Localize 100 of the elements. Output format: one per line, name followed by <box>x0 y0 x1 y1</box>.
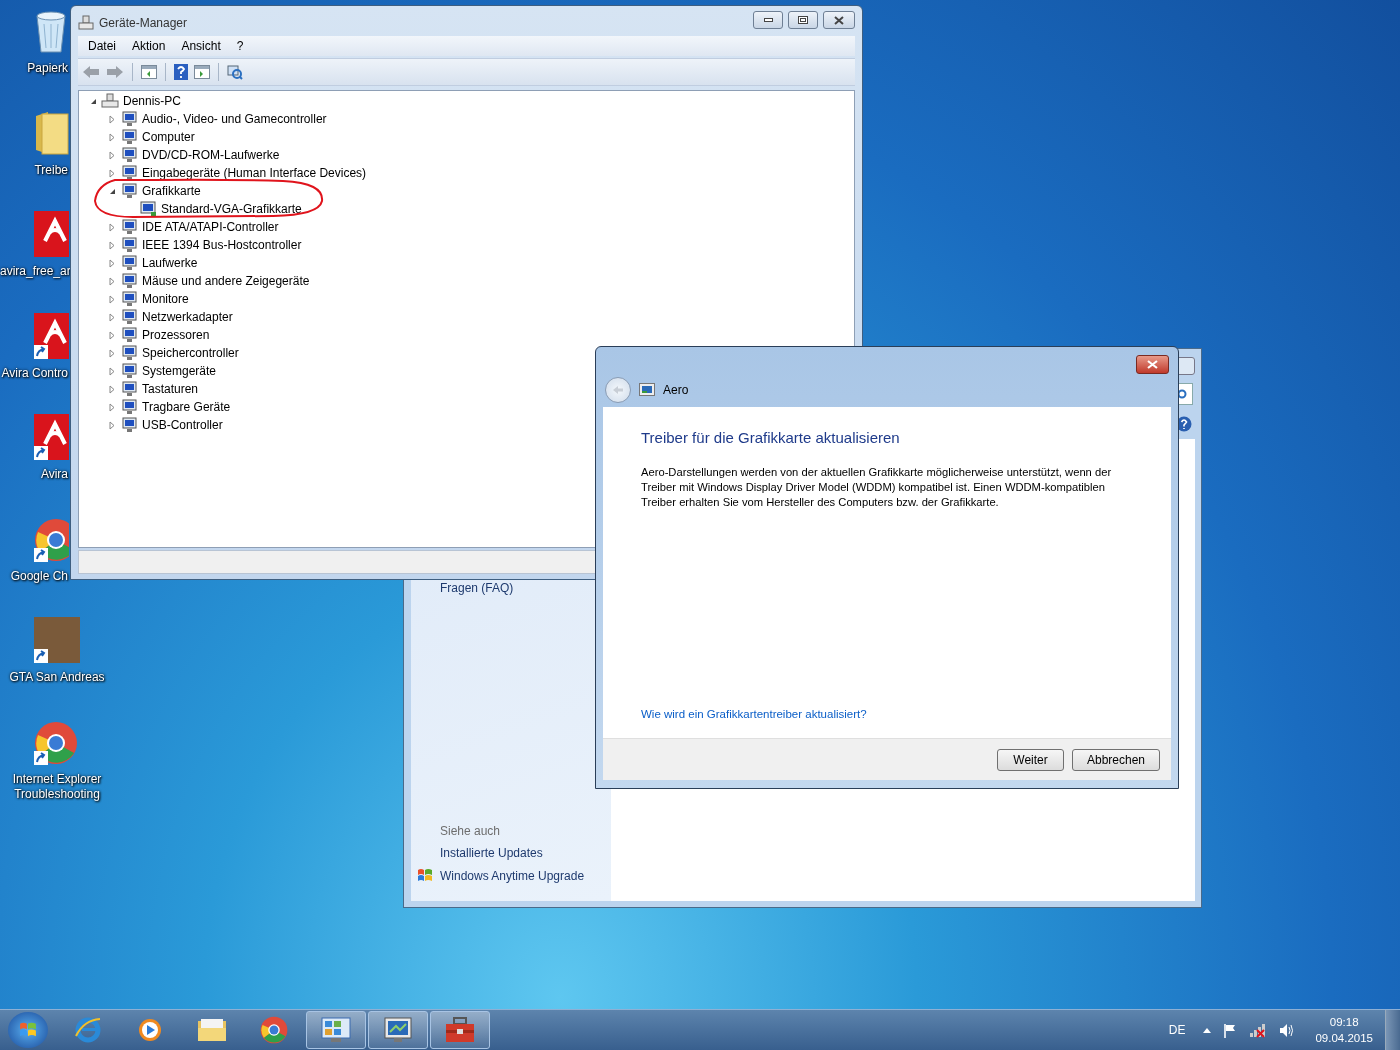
menu-item[interactable]: ? <box>236 39 244 53</box>
minimize-icon <box>763 18 773 22</box>
device-icon <box>120 111 138 127</box>
device-icon <box>120 147 138 163</box>
tree-item[interactable]: Systemgeräte <box>142 364 217 378</box>
back-arrow-icon[interactable] <box>82 65 100 79</box>
tree-item[interactable]: Laufwerke <box>142 256 198 270</box>
forward-arrow-icon[interactable] <box>106 65 124 79</box>
menu-item[interactable]: Ansicht <box>181 39 221 53</box>
device-icon <box>120 165 138 181</box>
computer-icon <box>78 15 94 31</box>
trash-bin-icon[interactable] <box>34 10 68 54</box>
play-icon <box>137 1017 163 1043</box>
tree-item[interactable]: USB-Controller <box>142 418 223 432</box>
taskbar-button[interactable] <box>306 1011 366 1049</box>
desktop-icon-label[interactable]: GTA San Andreas <box>0 670 114 685</box>
tree-item[interactable]: Tastaturen <box>142 382 199 396</box>
start-button[interactable] <box>8 1012 48 1048</box>
dialog-heading: Treiber für die Grafikkarte aktualisieren <box>641 429 901 446</box>
tree-item[interactable]: Netzwerkadapter <box>142 310 233 324</box>
maximize-icon <box>798 16 808 24</box>
flag-icon[interactable] <box>1223 1022 1238 1038</box>
help-icon[interactable] <box>174 64 188 80</box>
close-icon <box>834 15 844 25</box>
dialog-message: Aero-Darstellungen werden von der aktuellen Grafikkarte möglicherweise unterstützt, wenn der Treiber mit Windows Display Driver Model (WDDM) kompatibel ist. Einen WDDM-kompatiblen Treiber erhalten Sie vom Hersteller des Computers bzw. der Grafikkarte. <box>641 465 1113 510</box>
menu-item[interactable]: Aktion <box>132 39 166 53</box>
device-icon <box>120 381 138 397</box>
desktop-icon-label[interactable]: Avira Contro <box>0 365 68 381</box>
windows-logo-icon <box>19 1021 37 1039</box>
clock-date[interactable]: 09.04.2015 <box>1315 1030 1373 1046</box>
tree-item[interactable]: Monitore <box>142 292 189 306</box>
taskbar-button[interactable] <box>368 1011 428 1049</box>
control-panel-icon <box>321 1017 351 1043</box>
desktop-icon-label[interactable]: Papierk <box>0 61 68 76</box>
device-icon <box>120 399 138 415</box>
properties-pane-icon[interactable] <box>194 65 210 79</box>
tree-item[interactable]: IEEE 1394 Bus-Hostcontroller <box>142 238 302 252</box>
caret-up-icon[interactable] <box>1203 1027 1212 1033</box>
device-icon <box>120 129 138 145</box>
menu-item[interactable]: Datei <box>88 39 116 53</box>
desktop-icon-label[interactable]: Google Ch <box>0 568 68 584</box>
tree-item[interactable]: Mäuse und andere Zeigegeräte <box>142 274 310 288</box>
device-icon <box>120 255 138 271</box>
device-icon <box>120 363 138 379</box>
close-button[interactable] <box>1136 355 1169 374</box>
close-icon <box>1147 360 1158 369</box>
tree-pane-icon[interactable] <box>141 65 157 79</box>
device-icon <box>120 273 138 289</box>
dialog-title: Aero <box>663 383 689 397</box>
round-browser-icon <box>260 1016 288 1044</box>
browser-e-icon <box>74 1016 102 1044</box>
desktop-icon-label[interactable]: Avira <box>0 467 68 482</box>
device-icon <box>120 237 138 253</box>
maximize-button[interactable] <box>788 11 818 29</box>
tree-item[interactable]: IDE ATA/ATAPI-Controller <box>142 220 279 234</box>
logo-icon[interactable] <box>34 211 69 257</box>
device-icon <box>120 345 138 361</box>
close-button[interactable] <box>823 11 855 29</box>
dialog-button[interactable]: Weiter <box>997 748 1064 771</box>
search-icon <box>1177 388 1188 400</box>
device-icon <box>120 183 138 199</box>
photo-placeholder[interactable] <box>34 617 80 663</box>
tree-item[interactable]: Dennis-PC <box>123 94 182 108</box>
device-icon <box>120 327 138 343</box>
see-also-link[interactable]: Installierte Updates <box>440 846 543 860</box>
language-indicator[interactable]: DE <box>1168 1023 1186 1037</box>
tree-item[interactable]: Tragbare Geräte <box>142 400 231 414</box>
tree-item[interactable]: Eingabegeräte (Human Interface Devices) <box>142 166 367 180</box>
tree-item[interactable]: Standard-VGA-Grafikkarte <box>161 202 302 216</box>
monitor-icon <box>384 1017 412 1043</box>
minimize-button[interactable] <box>753 11 783 29</box>
device-icon <box>120 417 138 433</box>
folder-icon[interactable] <box>34 109 69 156</box>
back-button[interactable] <box>605 377 631 403</box>
see-also-link[interactable]: Windows Anytime Upgrade <box>440 868 585 883</box>
tree-item[interactable]: Grafikkarte <box>142 184 201 198</box>
desktop-icon-label[interactable]: avira_free_ar <box>0 264 68 279</box>
logo-icon[interactable] <box>34 312 69 359</box>
network-error-icon[interactable] <box>1249 1022 1268 1038</box>
speaker-icon[interactable] <box>1279 1022 1296 1038</box>
scan-hardware-icon[interactable] <box>227 64 243 80</box>
desktop-icon-label[interactable]: Internet Explorer Troubleshooting <box>0 771 114 802</box>
tree-item[interactable]: Prozessoren <box>142 328 210 342</box>
show-desktop-button[interactable] <box>1385 1010 1400 1050</box>
device-icon <box>120 291 138 307</box>
tree-item[interactable]: Computer <box>142 130 195 144</box>
dialog-button[interactable]: Abbrechen <box>1072 748 1160 771</box>
tree-item[interactable]: Speichercontroller <box>142 346 239 360</box>
computer-icon <box>101 93 119 109</box>
device-icon <box>120 309 138 325</box>
clock-time[interactable]: 09:18 <box>1329 1014 1359 1030</box>
help-link[interactable]: Wie wird ein Grafikkartentreiber aktualisiert? <box>641 708 1141 720</box>
back-arrow-icon <box>612 385 624 395</box>
round-browser-icon[interactable] <box>34 720 78 765</box>
tree-item[interactable]: Audio-, Video- und Gamecontroller <box>142 112 327 126</box>
taskbar-button[interactable] <box>430 1011 490 1049</box>
see-also-heading: Siehe auch <box>440 824 502 838</box>
desktop-icon-label[interactable]: Treibe <box>0 162 68 178</box>
toolbox-icon <box>445 1017 475 1043</box>
tree-item[interactable]: DVD/CD-ROM-Laufwerke <box>142 148 280 162</box>
